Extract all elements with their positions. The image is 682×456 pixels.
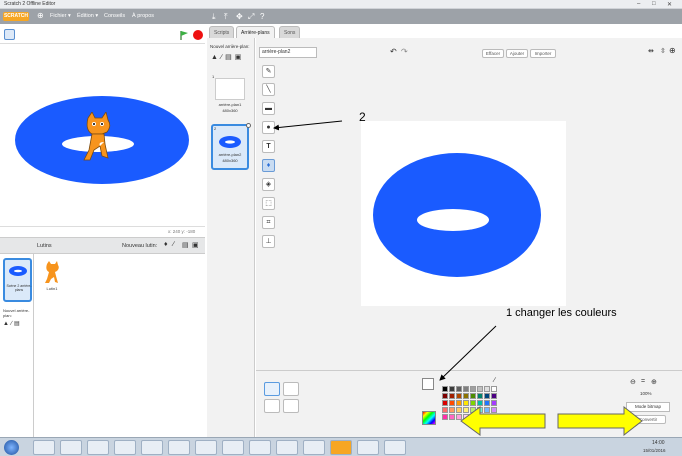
annotation-arrow-1 bbox=[439, 325, 497, 381]
taskbar-app-icon[interactable] bbox=[141, 440, 163, 455]
taskbar-app-icon[interactable] bbox=[249, 440, 271, 455]
taskbar-app-icon[interactable] bbox=[60, 440, 82, 455]
taskbar-scratch-icon[interactable] bbox=[330, 440, 352, 455]
clock-time: 14:00 bbox=[652, 440, 665, 446]
start-button[interactable] bbox=[4, 440, 19, 455]
taskbar-app-icon[interactable] bbox=[384, 440, 406, 455]
taskbar-app-icon[interactable] bbox=[303, 440, 325, 455]
annotation-label-1: 1 changer les couleurs bbox=[506, 307, 617, 319]
taskbar-app-icon[interactable] bbox=[114, 440, 136, 455]
yellow-arrow-left bbox=[460, 406, 546, 436]
taskbar-app-icon[interactable] bbox=[168, 440, 190, 455]
taskbar-app-icon[interactable] bbox=[87, 440, 109, 455]
taskbar-app-icon[interactable] bbox=[357, 440, 379, 455]
annotation-layer bbox=[273, 120, 643, 437]
yellow-arrow-right bbox=[557, 405, 643, 437]
annotation-label-2: 2 bbox=[359, 110, 366, 124]
taskbar-app-icon[interactable] bbox=[195, 440, 217, 455]
taskbar-app-icon[interactable] bbox=[222, 440, 244, 455]
taskbar-app-icon[interactable] bbox=[276, 440, 298, 455]
annotation-arrow-2 bbox=[273, 120, 343, 131]
taskbar-app-icon[interactable] bbox=[33, 440, 55, 455]
taskbar: 14:00 15/01/2016 bbox=[0, 437, 682, 456]
clock-date: 15/01/2016 bbox=[643, 448, 666, 453]
